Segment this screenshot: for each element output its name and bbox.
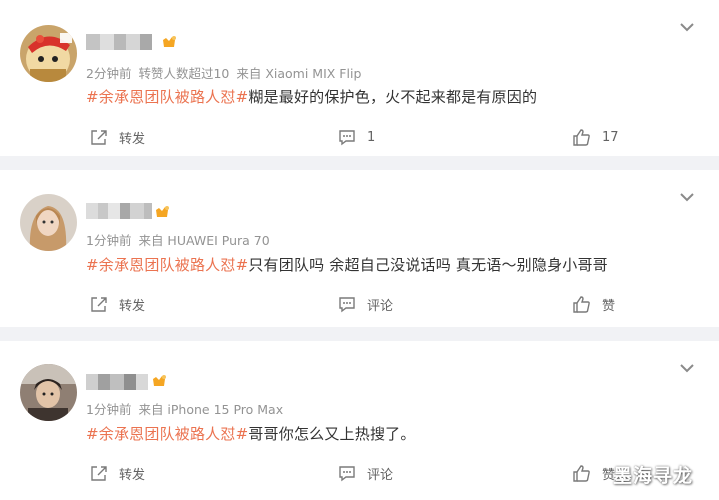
post-time: 1分钟前 (86, 233, 132, 248)
chevron-down-icon[interactable] (678, 190, 696, 204)
username-masked[interactable] (86, 374, 152, 390)
post-content: #余承恩团队被路人怼#只有团队吗 余超自己没说话吗 真无语～别隐身小哥哥 (86, 254, 608, 275)
like-label: 赞 (602, 298, 616, 314)
post-card: 1分钟前 来自 iPhone 15 Pro Max #余承恩团队被路人怼#哥哥你怎… (0, 341, 719, 500)
thumbs-up-icon (573, 295, 590, 313)
comment-count: 1 (367, 129, 376, 145)
comment-bubble-icon (339, 466, 355, 482)
username-masked[interactable] (86, 203, 152, 219)
post-content: #余承恩团队被路人怼#糊是最好的保护色，火不起来都是有原因的 (86, 86, 537, 107)
avatar[interactable] (20, 364, 77, 421)
forward-label: 转发 (119, 131, 146, 147)
thumbs-up-icon (573, 128, 590, 146)
share-forward-icon (91, 130, 107, 145)
forward-button[interactable]: 转发 (90, 294, 145, 314)
post-text: 哥哥你怎么又上热搜了。 (248, 425, 416, 443)
share-forward-icon (91, 466, 107, 481)
like-count: 17 (602, 129, 619, 145)
like-button[interactable]: 赞 (572, 294, 615, 314)
forward-button[interactable]: 转发 (90, 127, 145, 147)
vip-badge-icon (151, 373, 167, 389)
chevron-down-icon[interactable] (678, 20, 696, 34)
forward-label: 转发 (119, 467, 146, 483)
vip-badge-icon (161, 34, 177, 50)
weibo-feed: 2分钟前 转赞人数超过10 来自 Xiaomi MIX Flip #余承恩团队被路人… (0, 0, 719, 500)
post-time: 2分钟前 (86, 66, 132, 81)
share-forward-icon (91, 297, 107, 312)
post-content: #余承恩团队被路人怼#哥哥你怎么又上热搜了。 (86, 423, 416, 444)
post-text: 糊是最好的保护色，火不起来都是有原因的 (248, 88, 538, 106)
comment-label: 评论 (367, 298, 394, 314)
comment-label: 评论 (367, 467, 394, 483)
thumbs-up-icon (573, 464, 590, 482)
avatar[interactable] (20, 194, 77, 251)
hashtag-link[interactable]: #余承恩团队被路人怼# (86, 425, 248, 443)
like-button[interactable]: 17 (572, 127, 619, 147)
comment-bubble-icon (339, 130, 355, 146)
chevron-down-icon[interactable] (678, 361, 696, 375)
post-meta: 1分钟前 来自 iPhone 15 Pro Max (86, 399, 283, 418)
comment-bubble-icon (339, 297, 355, 313)
comment-button[interactable]: 1 (338, 127, 375, 147)
username-masked[interactable] (86, 34, 152, 50)
forward-label: 转发 (119, 298, 146, 314)
hashtag-link[interactable]: #余承恩团队被路人怼# (86, 88, 248, 106)
post-meta: 2分钟前 转赞人数超过10 来自 Xiaomi MIX Flip (86, 63, 361, 82)
comment-button[interactable]: 评论 (338, 463, 393, 483)
comment-button[interactable]: 评论 (338, 294, 393, 314)
forward-button[interactable]: 转发 (90, 463, 145, 483)
post-card: 1分钟前 来自 HUAWEI Pura 70 #余承恩团队被路人怼#只有团队吗 余… (0, 170, 719, 327)
watermark: 墨海寻龙 (613, 465, 694, 487)
post-meta: 1分钟前 来自 HUAWEI Pura 70 (86, 230, 270, 249)
post-source: 来自 HUAWEI Pura 70 (138, 233, 270, 248)
like-button[interactable]: 赞 (572, 463, 615, 483)
post-source: 来自 Xiaomi MIX Flip (236, 66, 362, 81)
hashtag-link[interactable]: #余承恩团队被路人怼# (86, 256, 248, 274)
avatar[interactable] (20, 25, 77, 82)
post-time: 1分钟前 (86, 402, 132, 417)
post-card: 2分钟前 转赞人数超过10 来自 Xiaomi MIX Flip #余承恩团队被路人… (0, 0, 719, 156)
post-text: 只有团队吗 余超自己没说话吗 真无语～别隐身小哥哥 (248, 256, 608, 274)
post-source: 来自 iPhone 15 Pro Max (138, 402, 284, 417)
vip-badge-icon (154, 204, 170, 220)
repost-note: 转赞人数超过10 (138, 66, 230, 81)
